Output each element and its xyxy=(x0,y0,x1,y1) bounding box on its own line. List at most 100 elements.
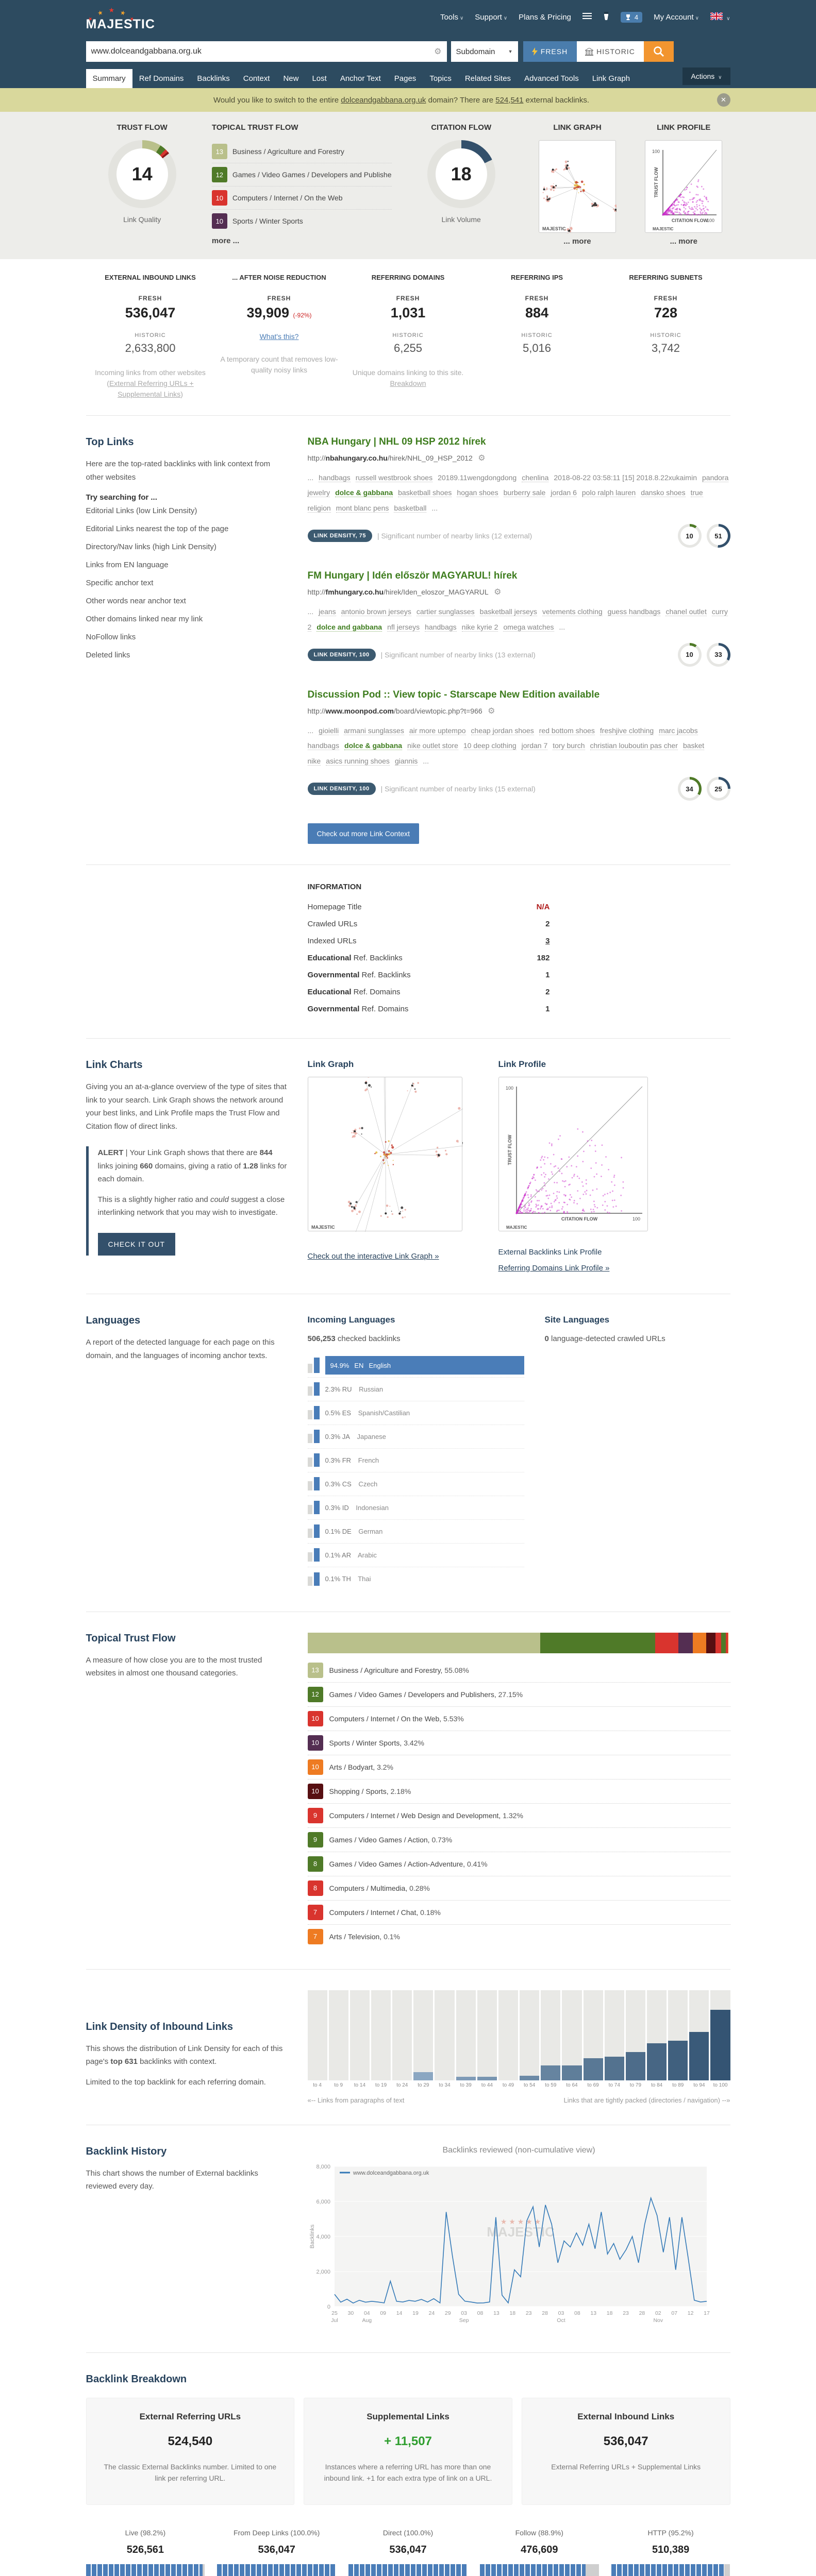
ttf-category-row[interactable]: 10Arts / Bodyart, 3.2% xyxy=(308,1755,730,1780)
ttf-category-row[interactable]: 12Games / Video Games / Developers and P… xyxy=(308,1683,730,1707)
link-profile-thumbnail[interactable]: 100100CITATION FLOWTRUST FLOWMAJESTIC xyxy=(645,140,722,233)
anchor-tag[interactable]: polo ralph lauren xyxy=(582,488,636,497)
banner-close-icon[interactable]: ✕ xyxy=(717,93,730,107)
anchor-tag[interactable]: cheap jordan shoes xyxy=(471,726,534,735)
more-link-context-button[interactable]: Check out more Link Context xyxy=(308,823,420,844)
anchor-tag[interactable]: dolce & gabbana xyxy=(335,488,393,497)
tab-new[interactable]: New xyxy=(276,69,305,88)
ttf-category-row[interactable]: 10Sports / Winter Sports, 3.42% xyxy=(308,1731,730,1755)
tab-ref-domains[interactable]: Ref Domains xyxy=(132,69,191,88)
interactive-link-graph-link[interactable]: Check out the interactive Link Graph » xyxy=(308,1252,439,1261)
language-flag-icon[interactable]: ∨ xyxy=(710,12,730,22)
anchor-tag[interactable]: air more uptempo xyxy=(409,726,466,735)
backlink-title-link[interactable]: Discussion Pod :: View topic - Starscape… xyxy=(308,689,730,701)
ttf-category-row[interactable]: 7Computers / Internet / Chat, 0.18% xyxy=(308,1901,730,1925)
anchor-tag[interactable]: asics running shoes xyxy=(326,757,390,766)
ttf-category-row[interactable]: 8Games / Video Games / Action-Adventure,… xyxy=(308,1852,730,1876)
scope-select[interactable]: Subdomain ▼ xyxy=(451,41,518,62)
suggested-search-link[interactable]: Links from EN language xyxy=(86,556,287,574)
stat-description-link[interactable]: Breakdown xyxy=(390,379,426,387)
anchor-tag[interactable]: vetements clothing xyxy=(542,607,603,616)
suggested-search-link[interactable]: Directory/Nav links (high Link Density) xyxy=(86,538,287,556)
ttf-category-row[interactable]: 10Shopping / Sports, 2.18% xyxy=(308,1780,730,1804)
topical-item[interactable]: 13Business / Agriculture and Forestry xyxy=(212,140,392,163)
anchor-tag[interactable]: guess handbags xyxy=(608,607,661,616)
search-submit-button[interactable] xyxy=(644,41,674,62)
actions-button[interactable]: Actions ∨ xyxy=(682,67,730,85)
url-options-gear-icon[interactable]: ⚙ xyxy=(492,588,502,597)
link-graph-thumbnail[interactable]: MAJESTIC xyxy=(539,140,616,233)
anchor-tag[interactable]: giannis xyxy=(395,757,418,766)
topical-item[interactable]: 12Games / Video Games / Developers and P… xyxy=(212,163,392,187)
tab-advanced-tools[interactable]: Advanced Tools xyxy=(518,69,586,88)
banner-count-link[interactable]: 524,541 xyxy=(495,96,523,105)
anchor-tag[interactable]: chanel outlet xyxy=(665,607,706,616)
anchor-tag[interactable]: hogan shoes xyxy=(457,488,498,497)
suggested-search-link[interactable]: Other domains linked near my link xyxy=(86,610,287,628)
whats-this-link[interactable]: What's this? xyxy=(260,332,299,341)
ttf-category-row[interactable]: 10Computers / Internet / On the Web, 5.5… xyxy=(308,1707,730,1731)
anchor-tag[interactable]: handbags xyxy=(319,473,351,482)
list-icon[interactable] xyxy=(582,12,592,22)
anchor-tag[interactable]: gioielli xyxy=(319,726,339,735)
tab-anchor-text[interactable]: Anchor Text xyxy=(334,69,388,88)
anchor-tag[interactable]: mont blanc pens xyxy=(336,504,389,513)
ttf-category-row[interactable]: 13Business / Agriculture and Forestry, 5… xyxy=(308,1658,730,1683)
stat-description-link[interactable]: External Referring URLs + Supplemental L… xyxy=(109,379,194,398)
anchor-tag[interactable]: nike kyrie 2 xyxy=(462,623,498,632)
anchor-tag[interactable]: dolce and gabbana xyxy=(317,623,382,632)
suggested-search-link[interactable]: Editorial Links nearest the top of the p… xyxy=(86,520,287,538)
url-options-gear-icon[interactable]: ⚙ xyxy=(476,454,486,463)
tab-summary[interactable]: Summary xyxy=(86,69,132,88)
ttf-category-row[interactable]: 9Games / Video Games / Action, 0.73% xyxy=(308,1828,730,1852)
anchor-tag[interactable]: jeans xyxy=(319,607,336,616)
anchor-tag[interactable]: cartier sunglasses xyxy=(417,607,475,616)
url-options-gear-icon[interactable]: ⚙ xyxy=(486,707,495,716)
suggested-search-link[interactable]: Other words near anchor text xyxy=(86,592,287,610)
link-graph-more-link[interactable]: ... more xyxy=(531,237,624,246)
anchor-tag[interactable]: armani sunglasses xyxy=(344,726,404,735)
anchor-tag[interactable]: freshjive clothing xyxy=(600,726,654,735)
nav-item-plans-pricing[interactable]: Plans & Pricing xyxy=(519,13,571,22)
backlink-title-link[interactable]: FM Hungary | Idén először MAGYARUL! híre… xyxy=(308,570,730,582)
my-account-menu[interactable]: My Account∨ xyxy=(654,13,699,22)
tab-backlinks[interactable]: Backlinks xyxy=(190,69,236,88)
anchor-tag[interactable]: jordan 6 xyxy=(551,488,577,497)
banner-domain-link[interactable]: dolceandgabbana.org.uk xyxy=(341,96,426,105)
anchor-tag[interactable]: russell westbrook shoes xyxy=(356,473,432,482)
link-profile-more-link[interactable]: ... more xyxy=(637,237,730,246)
anchor-tag[interactable]: omega watches xyxy=(503,623,554,632)
anchor-tag[interactable]: nike outlet store xyxy=(407,741,458,750)
ttf-category-row[interactable]: 8Computers / Multimedia, 0.28% xyxy=(308,1876,730,1901)
ttf-category-row[interactable]: 7Arts / Television, 0.1% xyxy=(308,1925,730,1948)
anchor-tag[interactable]: 10 deep clothing xyxy=(463,741,517,750)
anchor-tag[interactable]: dansko shoes xyxy=(641,488,685,497)
tab-topics[interactable]: Topics xyxy=(423,69,458,88)
suggested-search-link[interactable]: Deleted links xyxy=(86,646,287,664)
anchor-tag[interactable]: basketball xyxy=(394,504,426,513)
ttf-category-row[interactable]: 9Computers / Internet / Web Design and D… xyxy=(308,1804,730,1828)
suggested-search-link[interactable]: NoFollow links xyxy=(86,628,287,646)
historic-index-button[interactable]: HISTORIC xyxy=(577,41,644,62)
backlink-title-link[interactable]: NBA Hungary | NHL 09 HSP 2012 hírek xyxy=(308,436,730,448)
topical-item[interactable]: 10Sports / Winter Sports xyxy=(212,210,392,232)
anchor-tag[interactable]: handbags xyxy=(425,623,457,632)
suggested-search-link[interactable]: Editorial Links (low Link Density) xyxy=(86,502,287,520)
fresh-index-button[interactable]: FRESH xyxy=(523,41,577,62)
check-it-out-button[interactable]: CHECK IT OUT xyxy=(98,1233,176,1256)
information-value[interactable]: 3 xyxy=(545,937,549,945)
anchor-tag[interactable]: tory burch xyxy=(553,741,585,750)
tab-context[interactable]: Context xyxy=(237,69,277,88)
anchor-tag[interactable]: jordan 7 xyxy=(522,741,548,750)
nav-item-support[interactable]: Support∨ xyxy=(475,13,507,22)
tab-related-sites[interactable]: Related Sites xyxy=(458,69,518,88)
anchor-tag[interactable]: chenlina xyxy=(522,473,548,482)
tab-pages[interactable]: Pages xyxy=(388,69,423,88)
anchor-tag[interactable]: christian louboutin pas cher xyxy=(590,741,678,750)
link-profile-image[interactable]: 100100CITATION FLOWTRUST FLOWMAJESTIC xyxy=(498,1077,648,1231)
search-options-gear-icon[interactable]: ⚙ xyxy=(434,46,441,57)
topical-item[interactable]: 10Computers / Internet / On the Web xyxy=(212,187,392,210)
anchor-tag[interactable]: burberry sale xyxy=(504,488,546,497)
search-input[interactable] xyxy=(91,47,435,56)
tab-link-graph[interactable]: Link Graph xyxy=(586,69,637,88)
